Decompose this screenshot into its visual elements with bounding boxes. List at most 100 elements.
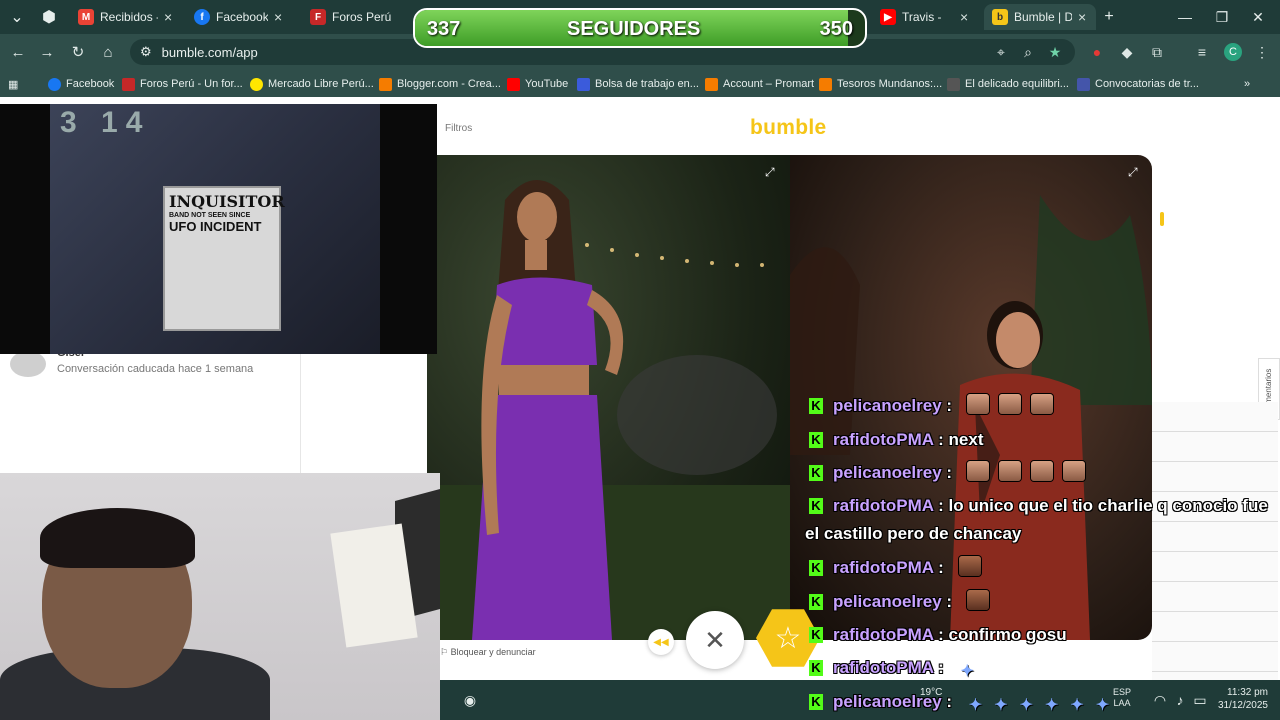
kick-badge-icon: K [809,560,823,576]
blogger-icon [819,77,832,91]
bookmarks-bar: ▦ Facebook Foros Perú - Un for... Mercad… [0,70,1280,97]
convocatorias-icon [1077,77,1090,91]
kick-badge-icon: K [809,498,823,514]
close-x-icon: ✕ [704,624,726,655]
home-icon[interactable]: ⌂ [97,41,119,63]
profile-photo-1[interactable]: ⤢ [427,155,790,640]
bookmark-blogger[interactable]: Blogger.com - Crea... [379,75,501,93]
kick-badge-icon: K [809,398,823,414]
close-tab-icon[interactable]: × [960,9,970,25]
webcam-top-overlay: 3 14 INQUISITOR BAND NOT SEEN SINCE UFO … [0,104,437,354]
webcam-streamer-overlay [0,473,440,720]
bookmark-delicado-equilibrio[interactable]: El delicado equilibri... [947,75,1069,93]
chat-emote-icon: ✦ [968,697,983,714]
kick-badge-icon: K [809,627,823,643]
chat-username: pelicanoelrey [833,396,942,415]
location-icon[interactable]: ⌖ [991,42,1011,62]
chat-emote-icon [1030,394,1053,414]
bookmark-star-icon[interactable]: ★ [1045,42,1065,62]
site-info-icon[interactable]: ⚙ [140,44,152,60]
article-icon [947,77,960,91]
url-text: bumble.com/app [161,44,258,60]
expand-photo-icon[interactable]: ⤢ [1128,165,1138,180]
close-tab-icon[interactable]: × [1078,9,1088,25]
chat-message: Kpelicanoelrey : ✦ ✦ ✦ ✦ ✦ ✦ [805,688,1275,716]
promart-icon [705,77,718,91]
tab-search-chevron-icon[interactable]: ⌄ [6,6,28,28]
tab-travis[interactable]: ▶ Travis - × [872,4,978,30]
media-control-icon[interactable]: ≡ [1192,42,1212,62]
chat-username: rafidotoPMA [833,558,934,577]
facebook-icon [48,77,61,91]
star-icon: ☆ [774,621,802,655]
new-tab-icon[interactable]: + [1098,6,1120,28]
extensions-puzzle-icon[interactable]: ⧉ [1147,42,1167,62]
bookmark-facebook[interactable]: Facebook [48,75,114,93]
filters-link[interactable]: Filtros [445,123,472,134]
menu-kebab-icon[interactable]: ⋮ [1252,42,1272,62]
tab-gmail[interactable]: M Recibidos - × [70,4,182,30]
kick-badge-icon: K [809,432,823,448]
back-icon[interactable]: ← [7,41,29,63]
streamer-hair [40,508,195,568]
chat-text: confirmo gosu [948,625,1067,644]
steam-icon[interactable]: ◉ [460,690,480,710]
chat-message: KrafidotoPMA : lo unico que el tio charl… [805,496,1268,543]
chat-emote-icon [966,394,989,414]
bookmark-convocatorias[interactable]: Convocatorias de tr... [1077,75,1199,93]
foros-peru-icon [122,77,135,91]
rewind-button[interactable]: ◀◀ [648,629,674,655]
close-tab-icon[interactable]: × [164,9,174,25]
chat-emote-icon [966,461,989,481]
followers-label: SEGUIDORES [567,18,701,40]
conversation-status: Conversación caducada hace 1 semana [57,363,254,375]
pass-button[interactable]: ✕ [686,611,744,669]
zoom-icon[interactable]: ⌕ [1018,42,1038,62]
chat-emote-icon [958,556,981,576]
tab-bumble[interactable]: b Bumble | Da × [984,4,1096,30]
bookmark-mercado-libre[interactable]: Mercado Libre Perú... [250,75,374,93]
chat-username: pelicanoelrey [833,463,942,482]
chat-username: rafidotoPMA [833,430,934,449]
chat-emote-icon [1062,461,1085,481]
restore-icon[interactable]: ❐ [1207,6,1237,28]
reload-icon[interactable]: ↻ [67,41,89,63]
chat-message: Kpelicanoelrey : [805,459,1275,487]
minimize-icon[interactable]: — [1170,6,1200,28]
bookmark-bolsa-trabajo[interactable]: Bolsa de trabajo en... [577,75,699,93]
extension-diamond-icon[interactable]: ◆ [1117,42,1137,62]
tab-facebook[interactable]: f Facebook × [186,4,292,30]
bumble-logo: bumble [750,116,827,139]
bookmark-promart[interactable]: Account – Promart [705,75,814,93]
kick-badge-icon: K [809,465,823,481]
chat-text: next [948,430,984,449]
inquisitor-poster: INQUISITOR BAND NOT SEEN SINCE UFO INCID… [163,186,285,331]
bookmark-youtube[interactable]: YouTube [507,75,568,93]
bookmark-foros-peru[interactable]: Foros Perú - Un for... [122,75,243,93]
avatar [10,351,46,377]
workspace-icon[interactable]: ⬢ [38,6,60,28]
chat-emote-icon: ✦ [960,663,974,680]
extension-red-icon[interactable]: ● [1087,42,1107,62]
chat-emote-icon [998,461,1021,481]
chat-message: KrafidotoPMA : next [805,426,1275,454]
scroll-indicator [1160,212,1164,226]
forward-icon[interactable]: → [36,41,58,63]
more-bookmarks-icon[interactable]: » [1244,75,1250,93]
chat-message: Kpelicanoelrey : [805,588,1275,616]
window-close-icon[interactable]: ✕ [1243,6,1273,28]
chat-emote-icon [966,590,989,610]
chat-emote-icon [1030,461,1053,481]
apps-grid-icon[interactable]: ▦ [8,75,18,93]
kick-badge-icon: K [809,694,823,710]
chat-message: KrafidotoPMA : [805,554,1275,582]
chat-emote-icon: ✦ [1070,697,1084,714]
profile-avatar[interactable]: C [1224,43,1242,61]
block-report-link[interactable]: ⚐ Bloquear y denunciar [440,647,536,658]
facebook-icon: f [194,9,210,25]
bookmark-tesoros-mundanos[interactable]: Tesoros Mundanos:... [819,75,942,93]
chat-message: Kpelicanoelrey : [805,392,1275,420]
expand-photo-icon[interactable]: ⤢ [765,165,775,180]
close-tab-icon[interactable]: × [274,9,284,25]
tab-foros-peru[interactable]: F Foros Perú [302,4,402,30]
